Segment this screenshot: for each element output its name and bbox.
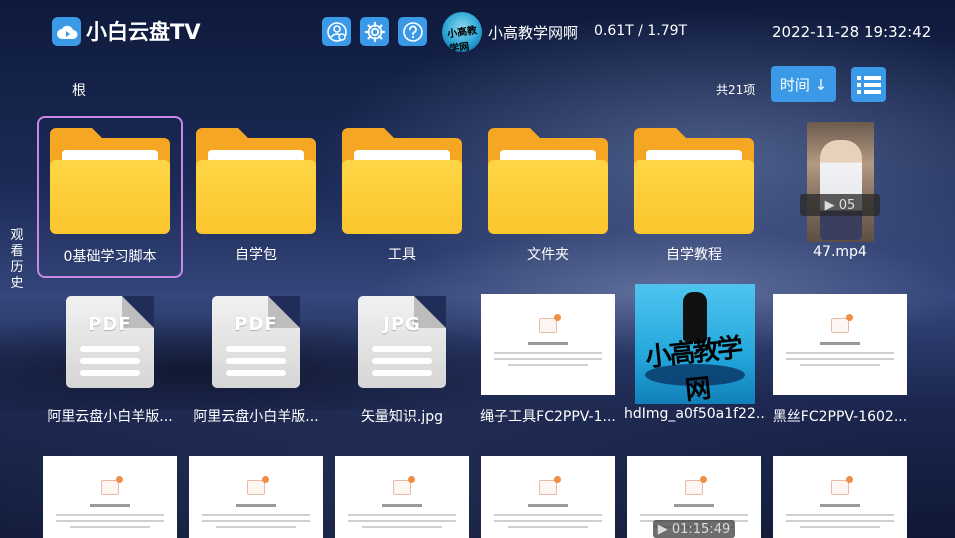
file-type-label: PDF	[234, 314, 278, 335]
user-settings-icon	[326, 21, 347, 42]
folder-item[interactable]: 0基础学习脚本	[40, 122, 180, 272]
file-item[interactable]: PDF 阿里云盘小白羊版...	[186, 296, 326, 426]
list-view-icon	[856, 75, 881, 94]
web-preview-thumbnail[interactable]	[189, 456, 323, 538]
item-label: 自学包	[235, 247, 277, 263]
avatar[interactable]: 小高教学网	[442, 12, 482, 52]
image-script-text: 小高教学网	[644, 333, 743, 404]
history-char: 看	[10, 244, 24, 259]
web-preview-thumbnail[interactable]	[773, 456, 907, 538]
folder-item[interactable]: 工具	[332, 122, 472, 272]
clock: 2022-11-28 19:32:42	[772, 23, 932, 41]
watch-history-tab[interactable]: 观 看 历 史	[6, 228, 28, 292]
history-char: 观	[10, 228, 24, 243]
folder-icon	[488, 128, 608, 234]
item-label: 黑丝FC2PPV-1602...	[772, 409, 908, 425]
web-preview-thumbnail	[481, 294, 615, 395]
item-count: 共21项	[716, 83, 756, 97]
breadcrumb[interactable]: 根	[72, 80, 86, 100]
folder-icon	[50, 128, 170, 234]
file-item[interactable]: JPG 矢量知识.jpg	[332, 296, 472, 426]
storage-usage: 0.61T / 1.79T	[594, 23, 688, 39]
history-char: 史	[10, 276, 24, 291]
jpg-file-icon: JPG	[358, 296, 446, 388]
image-thumbnail[interactable]: 小高教学网	[635, 284, 755, 404]
gear-icon	[364, 21, 385, 42]
cloud-logo-icon	[52, 17, 81, 46]
video-item[interactable]: 47.mp4	[770, 244, 910, 264]
folder-item[interactable]: 文件夹	[478, 122, 618, 272]
file-item[interactable]: 绳子工具FC2PPV-1...	[478, 294, 618, 426]
item-label: 工具	[388, 247, 416, 263]
folder-item[interactable]: 自学教程	[624, 122, 764, 272]
folder-item[interactable]: 自学包	[186, 122, 326, 272]
view-mode-button[interactable]	[851, 67, 886, 102]
pdf-file-icon: PDF	[212, 296, 300, 388]
account-switch-button[interactable]	[322, 17, 351, 46]
sort-button[interactable]: 时间 ↓	[771, 66, 836, 102]
item-label: 文件夹	[527, 247, 569, 263]
item-label: hdImg_a0f50a1f22...	[624, 406, 764, 422]
top-bar: 小白云盘TV 小高教学网 小高教学网啊 0.61T / 1.79T 2022-1…	[0, 0, 955, 64]
history-char: 历	[10, 260, 24, 275]
web-preview-thumbnail[interactable]	[481, 456, 615, 538]
folder-icon	[342, 128, 462, 234]
video-duration-badge: ▶ 01:15:49	[653, 520, 735, 538]
web-preview-thumbnail[interactable]	[335, 456, 469, 538]
item-label: 47.mp4	[813, 244, 867, 260]
file-item[interactable]: PDF 阿里云盘小白羊版...	[40, 296, 180, 426]
user-name: 小高教学网啊	[488, 24, 579, 42]
app-title: 小白云盘TV	[86, 20, 201, 44]
web-preview-thumbnail	[773, 294, 907, 395]
folder-icon	[196, 128, 316, 234]
item-label: 自学教程	[666, 247, 722, 263]
item-label: 0基础学习脚本	[63, 249, 157, 265]
pdf-file-icon: PDF	[66, 296, 154, 388]
item-label: 矢量知识.jpg	[360, 409, 444, 425]
question-icon	[402, 21, 423, 42]
avatar-text: 小高教学网	[446, 25, 478, 52]
item-label: 阿里云盘小白羊版...	[47, 409, 173, 425]
settings-button[interactable]	[360, 17, 389, 46]
file-item[interactable]: 黑丝FC2PPV-1602...	[770, 294, 910, 426]
folder-icon	[634, 128, 754, 234]
item-label: 绳子工具FC2PPV-1...	[480, 409, 616, 425]
web-preview-thumbnail[interactable]	[43, 456, 177, 538]
video-subject	[820, 140, 862, 240]
help-button[interactable]	[398, 17, 427, 46]
file-type-label: PDF	[88, 314, 132, 335]
file-type-label: JPG	[383, 314, 421, 335]
video-play-badge: ▶ 05	[800, 194, 880, 216]
item-label: 阿里云盘小白羊版...	[193, 409, 319, 425]
